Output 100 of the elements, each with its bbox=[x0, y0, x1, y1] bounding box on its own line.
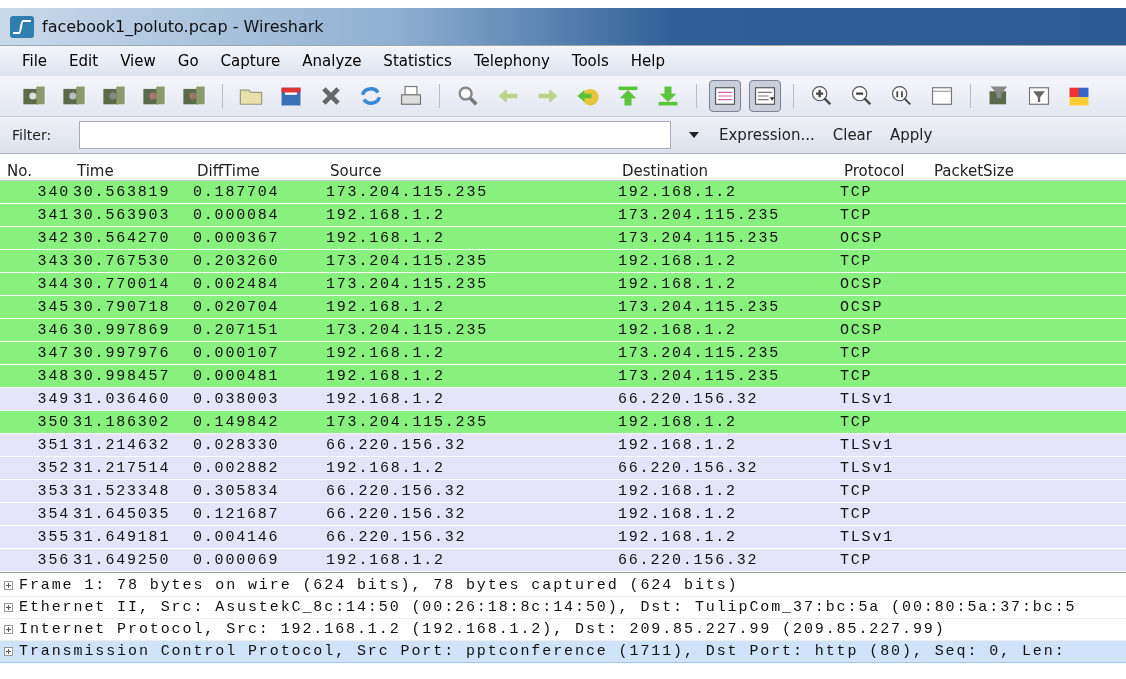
filter-button[interactable]: Clear bbox=[830, 126, 874, 144]
table-cell-text: 0.000367 bbox=[192, 229, 281, 247]
menu-item[interactable]: Edit bbox=[69, 52, 99, 70]
pane-toggle-button[interactable] bbox=[749, 80, 781, 112]
packet-row[interactable]: 347 30.997976 0.000107 192.168.1.2 173.204.115.235 TCP bbox=[0, 342, 1126, 365]
column-header[interactable]: Destination bbox=[615, 162, 837, 180]
table-cell-text: 0.002882 bbox=[192, 459, 281, 477]
table-cell-text: 173.204.115.235 bbox=[617, 229, 782, 247]
table-cell-text: 192.168.1.2 bbox=[325, 367, 446, 385]
table-cell-text: 173.204.115.235 bbox=[617, 298, 782, 316]
table-cell-text: 173.204.115.235 bbox=[325, 413, 490, 431]
menu-item[interactable]: Help bbox=[630, 52, 665, 70]
window-title: facebook1_poluto.pcap - Wireshark bbox=[42, 17, 324, 36]
packet-row[interactable]: 354 31.645035 0.121687 66.220.156.32 192.168.1.2 TCP bbox=[0, 503, 1126, 526]
expand-icon[interactable] bbox=[4, 603, 13, 612]
packet-row[interactable]: 352 31.217514 0.002882 192.168.1.2 66.220.156.32 TLSv1 bbox=[0, 457, 1126, 480]
table-cell-text: 66.220.156.32 bbox=[617, 459, 760, 477]
menu-item[interactable]: Telephony bbox=[473, 52, 550, 70]
app-logo-icon bbox=[10, 15, 34, 38]
table-cell-text: TCP bbox=[839, 505, 874, 523]
table-cell-text: 351 bbox=[36, 436, 70, 454]
packet-row[interactable]: 348 30.998457 0.000481 192.168.1.2 173.204.115.235 TCP bbox=[0, 365, 1126, 388]
filter-field[interactable] bbox=[79, 121, 671, 149]
menu-item[interactable]: Statistics bbox=[383, 52, 452, 70]
packet-row[interactable]: 350 31.186302 0.149842 173.204.115.235 192.168.1.2 TCP bbox=[0, 411, 1126, 434]
detail-row[interactable]: Frame 1: 78 bytes on wire (624 bits), 78 bytes captured (624 bits) bbox=[0, 575, 1126, 597]
column-header[interactable]: Time bbox=[70, 162, 190, 180]
table-cell-text: TCP bbox=[839, 183, 874, 201]
packet-row[interactable]: 346 30.997869 0.207151 173.204.115.235 192.168.1.2 OCSP bbox=[0, 319, 1126, 342]
packet-row[interactable]: 353 31.523348 0.305834 66.220.156.32 192.168.1.2 TCP bbox=[0, 480, 1126, 503]
table-cell-text: 0.305834 bbox=[192, 482, 281, 500]
table-cell-text: 192.168.1.2 bbox=[617, 482, 738, 500]
menu-item[interactable]: Go bbox=[177, 52, 199, 70]
menu-item[interactable]: Capture bbox=[220, 52, 281, 70]
packet-row[interactable]: 343 30.767530 0.203260 173.204.115.235 192.168.1.2 TCP bbox=[0, 250, 1126, 273]
table-cell-text: 0.000084 bbox=[192, 206, 281, 224]
table-cell-text: 0.187704 bbox=[192, 183, 281, 201]
reload-icon bbox=[358, 84, 384, 108]
column-header[interactable]: PacketSize bbox=[927, 162, 1126, 180]
table-cell-text: 343 bbox=[36, 252, 70, 270]
table-cell-text: 350 bbox=[36, 413, 70, 431]
table-cell-text: 0.020704 bbox=[192, 298, 281, 316]
table-cell-text: 0.149842 bbox=[192, 413, 281, 431]
detail-row[interactable]: Internet Protocol, Src: 192.168.1.2 (192.168.1.2), Dst: 209.85.227.99 (209.85.227.99) bbox=[0, 619, 1126, 641]
table-cell-text: 30.997976 bbox=[72, 344, 172, 362]
table-cell-text: 0.000107 bbox=[192, 344, 281, 362]
packet-row[interactable]: 344 30.770014 0.002484 173.204.115.235 192.168.1.2 OCSP bbox=[0, 273, 1126, 296]
column-header[interactable]: No. bbox=[0, 162, 70, 180]
table-cell-text: 353 bbox=[36, 482, 70, 500]
pane-toggle-button[interactable] bbox=[709, 80, 741, 112]
expand-icon[interactable] bbox=[4, 625, 13, 634]
menu-item[interactable]: File bbox=[22, 52, 48, 70]
filter-button[interactable]: Apply bbox=[887, 126, 935, 144]
table-cell-text: 173.204.115.235 bbox=[617, 206, 782, 224]
detail-row[interactable]: Transmission Control Protocol, Src Port: pptconference (1711), Dst Port: http (80), Seq: 0, Len: bbox=[0, 641, 1126, 663]
menu-item[interactable]: Tools bbox=[571, 52, 609, 70]
column-header[interactable]: Protocol bbox=[837, 162, 927, 180]
detail-row[interactable]: Ethernet II, Src: AsustekC_8c:14:50 (00:26:18:8c:14:50), Dst: TulipCom_37:bc:5a (00:80:5a:37:bc:5 bbox=[0, 597, 1126, 619]
table-cell-text: 66.220.156.32 bbox=[325, 528, 468, 546]
table-cell-text: TCP bbox=[839, 252, 874, 270]
table-cell-text: 354 bbox=[36, 505, 70, 523]
packet-row[interactable]: 355 31.649181 0.004146 66.220.156.32 192.168.1.2 TLSv1 bbox=[0, 526, 1126, 549]
table-cell-text: 347 bbox=[36, 344, 70, 362]
table-cell-text: TLSv1 bbox=[839, 459, 895, 477]
menu-item[interactable]: View bbox=[120, 52, 156, 70]
table-cell-text: 173.204.115.235 bbox=[617, 344, 782, 362]
packet-row[interactable]: 340 30.563819 0.187704 173.204.115.235 192.168.1.2 TCP bbox=[0, 181, 1126, 204]
table-cell-text: 30.563903 bbox=[72, 206, 172, 224]
table-cell-text: 30.997869 bbox=[72, 321, 172, 339]
table-cell-text: 345 bbox=[36, 298, 70, 316]
packet-row[interactable]: 351 31.214632 0.028330 66.220.156.32 192.168.1.2 TLSv1 bbox=[0, 434, 1126, 457]
dropdown-caret-icon bbox=[689, 132, 699, 138]
table-cell-text: 0.000069 bbox=[192, 551, 281, 569]
packet-row[interactable]: 342 30.564270 0.000367 192.168.1.2 173.204.115.235 OCSP bbox=[0, 227, 1126, 250]
table-cell-text: TLSv1 bbox=[839, 436, 895, 454]
table-cell-text: 192.168.1.2 bbox=[325, 344, 446, 362]
column-header[interactable]: Source bbox=[323, 162, 615, 180]
expand-icon[interactable] bbox=[4, 647, 13, 656]
packet-row[interactable]: 356 31.649250 0.000069 192.168.1.2 66.220.156.32 TCP bbox=[0, 549, 1126, 572]
table-cell-text: TLSv1 bbox=[839, 528, 895, 546]
table-cell-text: 0.207151 bbox=[192, 321, 281, 339]
packet-row[interactable]: 349 31.036460 0.038003 192.168.1.2 66.220.156.32 TLSv1 bbox=[0, 388, 1126, 411]
detail-text: Frame 1: 78 bytes on wire (624 bits), 78 bytes captured (624 bits) bbox=[19, 577, 739, 594]
table-cell-text: 340 bbox=[36, 183, 70, 201]
table-cell-text: TCP bbox=[839, 367, 874, 385]
table-cell-text: 192.168.1.2 bbox=[617, 321, 738, 339]
expand-icon[interactable] bbox=[4, 581, 13, 590]
table-cell-text: OCSP bbox=[839, 275, 885, 293]
column-header[interactable]: DiffTime bbox=[190, 162, 323, 180]
filter-button[interactable]: Expression... bbox=[717, 126, 817, 144]
packet-row[interactable]: 345 30.790718 0.020704 192.168.1.2 173.204.115.235 OCSP bbox=[0, 296, 1126, 319]
menu-item[interactable]: Analyze bbox=[302, 52, 362, 70]
packet-row[interactable]: 341 30.563903 0.000084 192.168.1.2 173.204.115.235 TCP bbox=[0, 204, 1126, 227]
table-cell-text: 0.203260 bbox=[192, 252, 281, 270]
filter-label: Filter: bbox=[12, 127, 53, 143]
table-cell-text: 66.220.156.32 bbox=[325, 505, 468, 523]
table-cell-text: 348 bbox=[36, 367, 70, 385]
table-cell-text: 192.168.1.2 bbox=[617, 413, 738, 431]
table-cell-text: 173.204.115.235 bbox=[617, 367, 782, 385]
table-cell-text: 349 bbox=[36, 390, 70, 408]
